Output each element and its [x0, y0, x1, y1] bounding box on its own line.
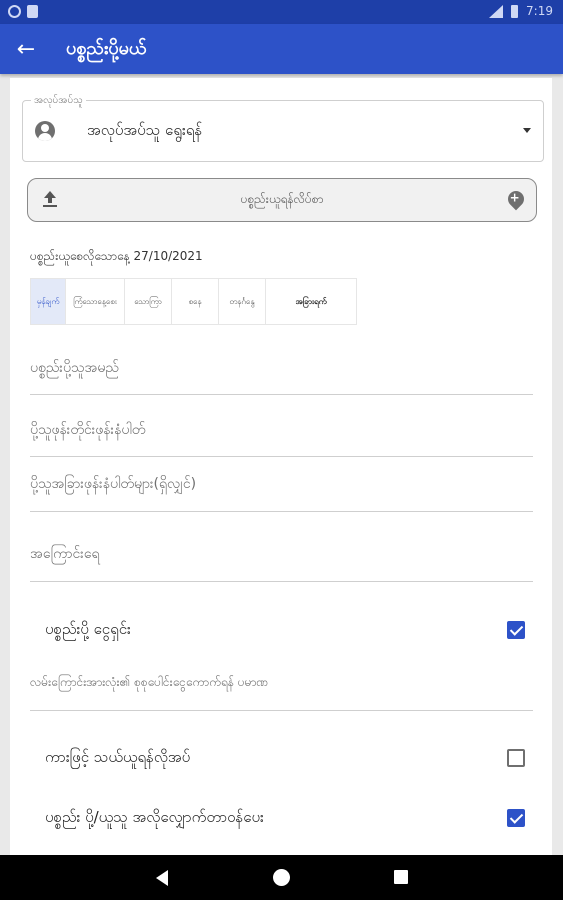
cod-check-row[interactable]: ပစ္စည်းပို့ ငွေရှင်း [45, 618, 525, 644]
tab-day-4[interactable]: စနေ [172, 279, 219, 324]
car-needed-label: ကားဖြင့် သယ်ယူရန်လိုအပ် [45, 748, 191, 766]
system-nav-bar [0, 855, 563, 900]
other-phones-placeholder: ပို့သူအခြားဖုန်းနံပါတ်များ(ရှိလျှင်) [30, 476, 197, 492]
other-phones-field[interactable]: ပို့သူအခြားဖုန်းနံပါတ်များ(ရှိလျှင်) [30, 468, 533, 512]
status-time: 7:19 [526, 4, 553, 18]
battery-icon [511, 4, 519, 18]
sender-select-label: အလုပ်အပ်သူ [31, 93, 86, 108]
tab-day-1[interactable]: မှန်ချက် [31, 279, 66, 324]
tab-other-day[interactable]: အခြားရက် [266, 279, 356, 324]
divider [30, 710, 533, 711]
nav-back-icon[interactable] [156, 870, 168, 886]
nav-recents-icon[interactable] [394, 870, 408, 884]
car-needed-checkbox[interactable] [507, 749, 525, 767]
app-bar: ← ပစ္စည်းပို့မယ် [0, 24, 563, 74]
receiver-phone-field[interactable]: ပို့သူဖုန်းတိုင်းဖုန်းနံပါတ် [30, 412, 533, 457]
form-card: အလုပ်အပ်သူ အလုပ်အပ်သူ ရွေးရန် ပစ္စည်းယူရ… [10, 78, 552, 860]
sim-icon [27, 5, 38, 18]
account-circle-icon [35, 121, 55, 141]
receiver-name-field[interactable]: ပစ္စည်းပို့သူအမည် [30, 350, 533, 395]
receiver-phone-placeholder: ပို့သူဖုန်းတိုင်းဖုန်းနံပါတ် [30, 422, 146, 438]
pickup-address-label: ပစ္စည်းယူရန်လိပ်စာ [240, 192, 324, 206]
nav-home-icon[interactable] [273, 869, 290, 886]
signal-icon [489, 4, 504, 18]
status-bar: 7:19 [0, 0, 563, 24]
pickup-date-text: ပစ္စည်းယူစေလိုသောနေ့ 27/10/2021 [30, 249, 203, 263]
dropdown-caret-icon [523, 128, 531, 133]
sender-select[interactable]: အလုပ်အပ်သူ အလုပ်အပ်သူ ရွေးရန် [22, 93, 544, 162]
notify-checkbox[interactable] [507, 809, 525, 827]
sender-select-value: အလုပ်အပ်သူ ရွေးရန် [87, 121, 203, 139]
cod-checkbox[interactable] [507, 621, 525, 639]
tab-day-5[interactable]: တနင်္ဂနွေ [219, 279, 266, 324]
notification-icon [8, 5, 21, 18]
upload-icon [42, 191, 58, 209]
address-field[interactable]: အကြောင်းရေ [30, 534, 533, 582]
pickup-address-button[interactable]: ပစ္စည်းယူရန်လိပ်စာ [27, 178, 537, 222]
arrow-left-icon: ← [16, 36, 36, 62]
car-needed-check-row[interactable]: ကားဖြင့် သယ်ယူရန်လိုအပ် [45, 746, 525, 772]
notify-label: ပစ္စည်း ပို့/ယူသူ အလိုလျှောက်တာဝန်ပေး [45, 808, 264, 826]
tab-day-3[interactable]: သောကြာ [125, 279, 172, 324]
cod-amount-note: လမ်းကြောင်းအားလုံး၏ စုစုပေါင်းငွေကောက်ရန… [30, 675, 269, 689]
cod-label: ပစ္စည်းပို့ ငွေရှင်း [45, 620, 131, 638]
back-button[interactable]: ← [0, 24, 52, 74]
address-placeholder: အကြောင်းရေ [30, 546, 100, 562]
notify-check-row[interactable]: ပစ္စည်း ပို့/ယူသူ အလိုလျှောက်တာဝန်ပေး [45, 806, 525, 832]
tab-day-2[interactable]: ကြံသောနေ့စေး [66, 279, 125, 324]
receiver-name-placeholder: ပစ္စည်းပို့သူအမည် [30, 360, 119, 376]
day-tabs: မှန်ချက် ကြံသောနေ့စေး သောကြာ စနေ တနင်္ဂန… [30, 278, 357, 325]
page-title: ပစ္စည်းပို့မယ် [66, 37, 147, 59]
